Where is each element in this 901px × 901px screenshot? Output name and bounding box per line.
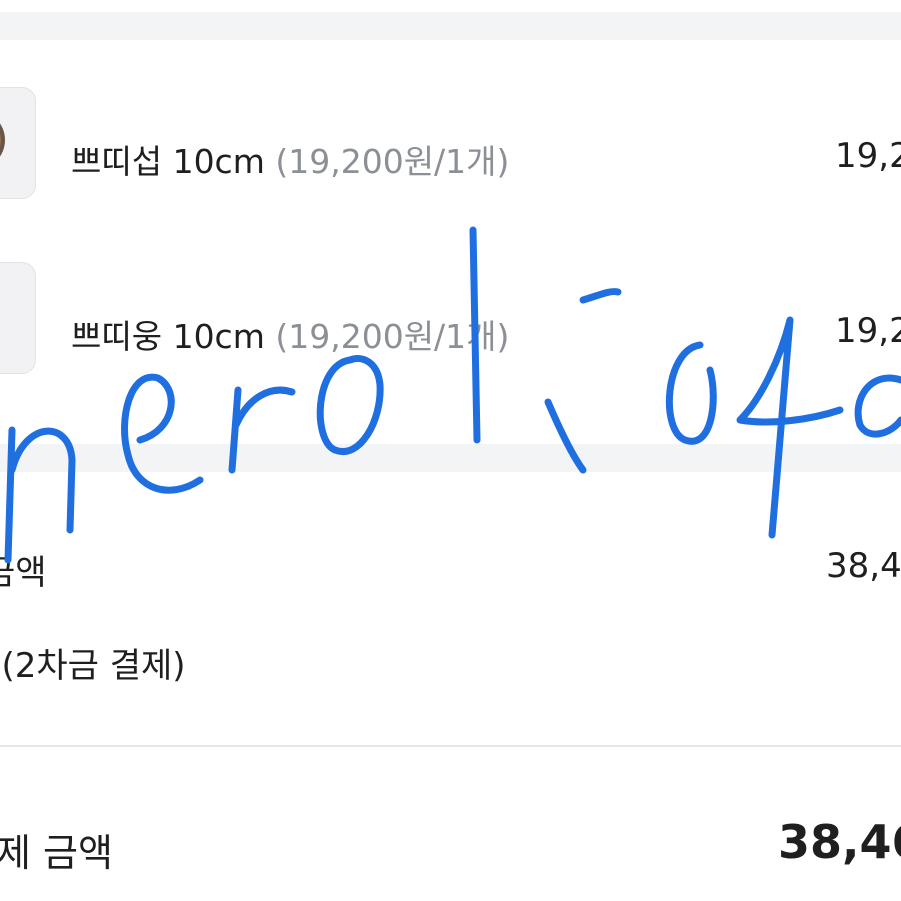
total-amount-value: 38,46: [778, 815, 901, 869]
payment-note: l(2차금 결제): [0, 646, 186, 686]
top-section-divider: [0, 12, 901, 40]
item-description: 쁘띠섭 10cm (19,200원/1개): [71, 135, 509, 183]
amount-value: 38,4: [826, 546, 901, 586]
item-name: 쁘띠웅 10cm: [71, 317, 265, 356]
item-unit-price: (19,200원/1개): [275, 142, 510, 181]
item-price: 19,2: [835, 136, 901, 176]
item-name: 쁘띠섭 10cm: [71, 142, 265, 181]
product-photo-icon: [0, 123, 5, 157]
item-description: 쁘띠웅 10cm (19,200원/1개): [71, 310, 509, 358]
amount-label: 금액: [0, 553, 47, 593]
product-thumbnail[interactable]: [0, 262, 36, 374]
item-price: 19,2: [835, 311, 901, 351]
product-thumbnail[interactable]: [0, 87, 36, 199]
section-divider: [0, 444, 901, 472]
product-photo-icon: [0, 263, 35, 373]
divider: [0, 745, 901, 747]
total-amount-label: 제 금액: [0, 831, 113, 875]
item-unit-price: (19,200원/1개): [275, 317, 510, 356]
